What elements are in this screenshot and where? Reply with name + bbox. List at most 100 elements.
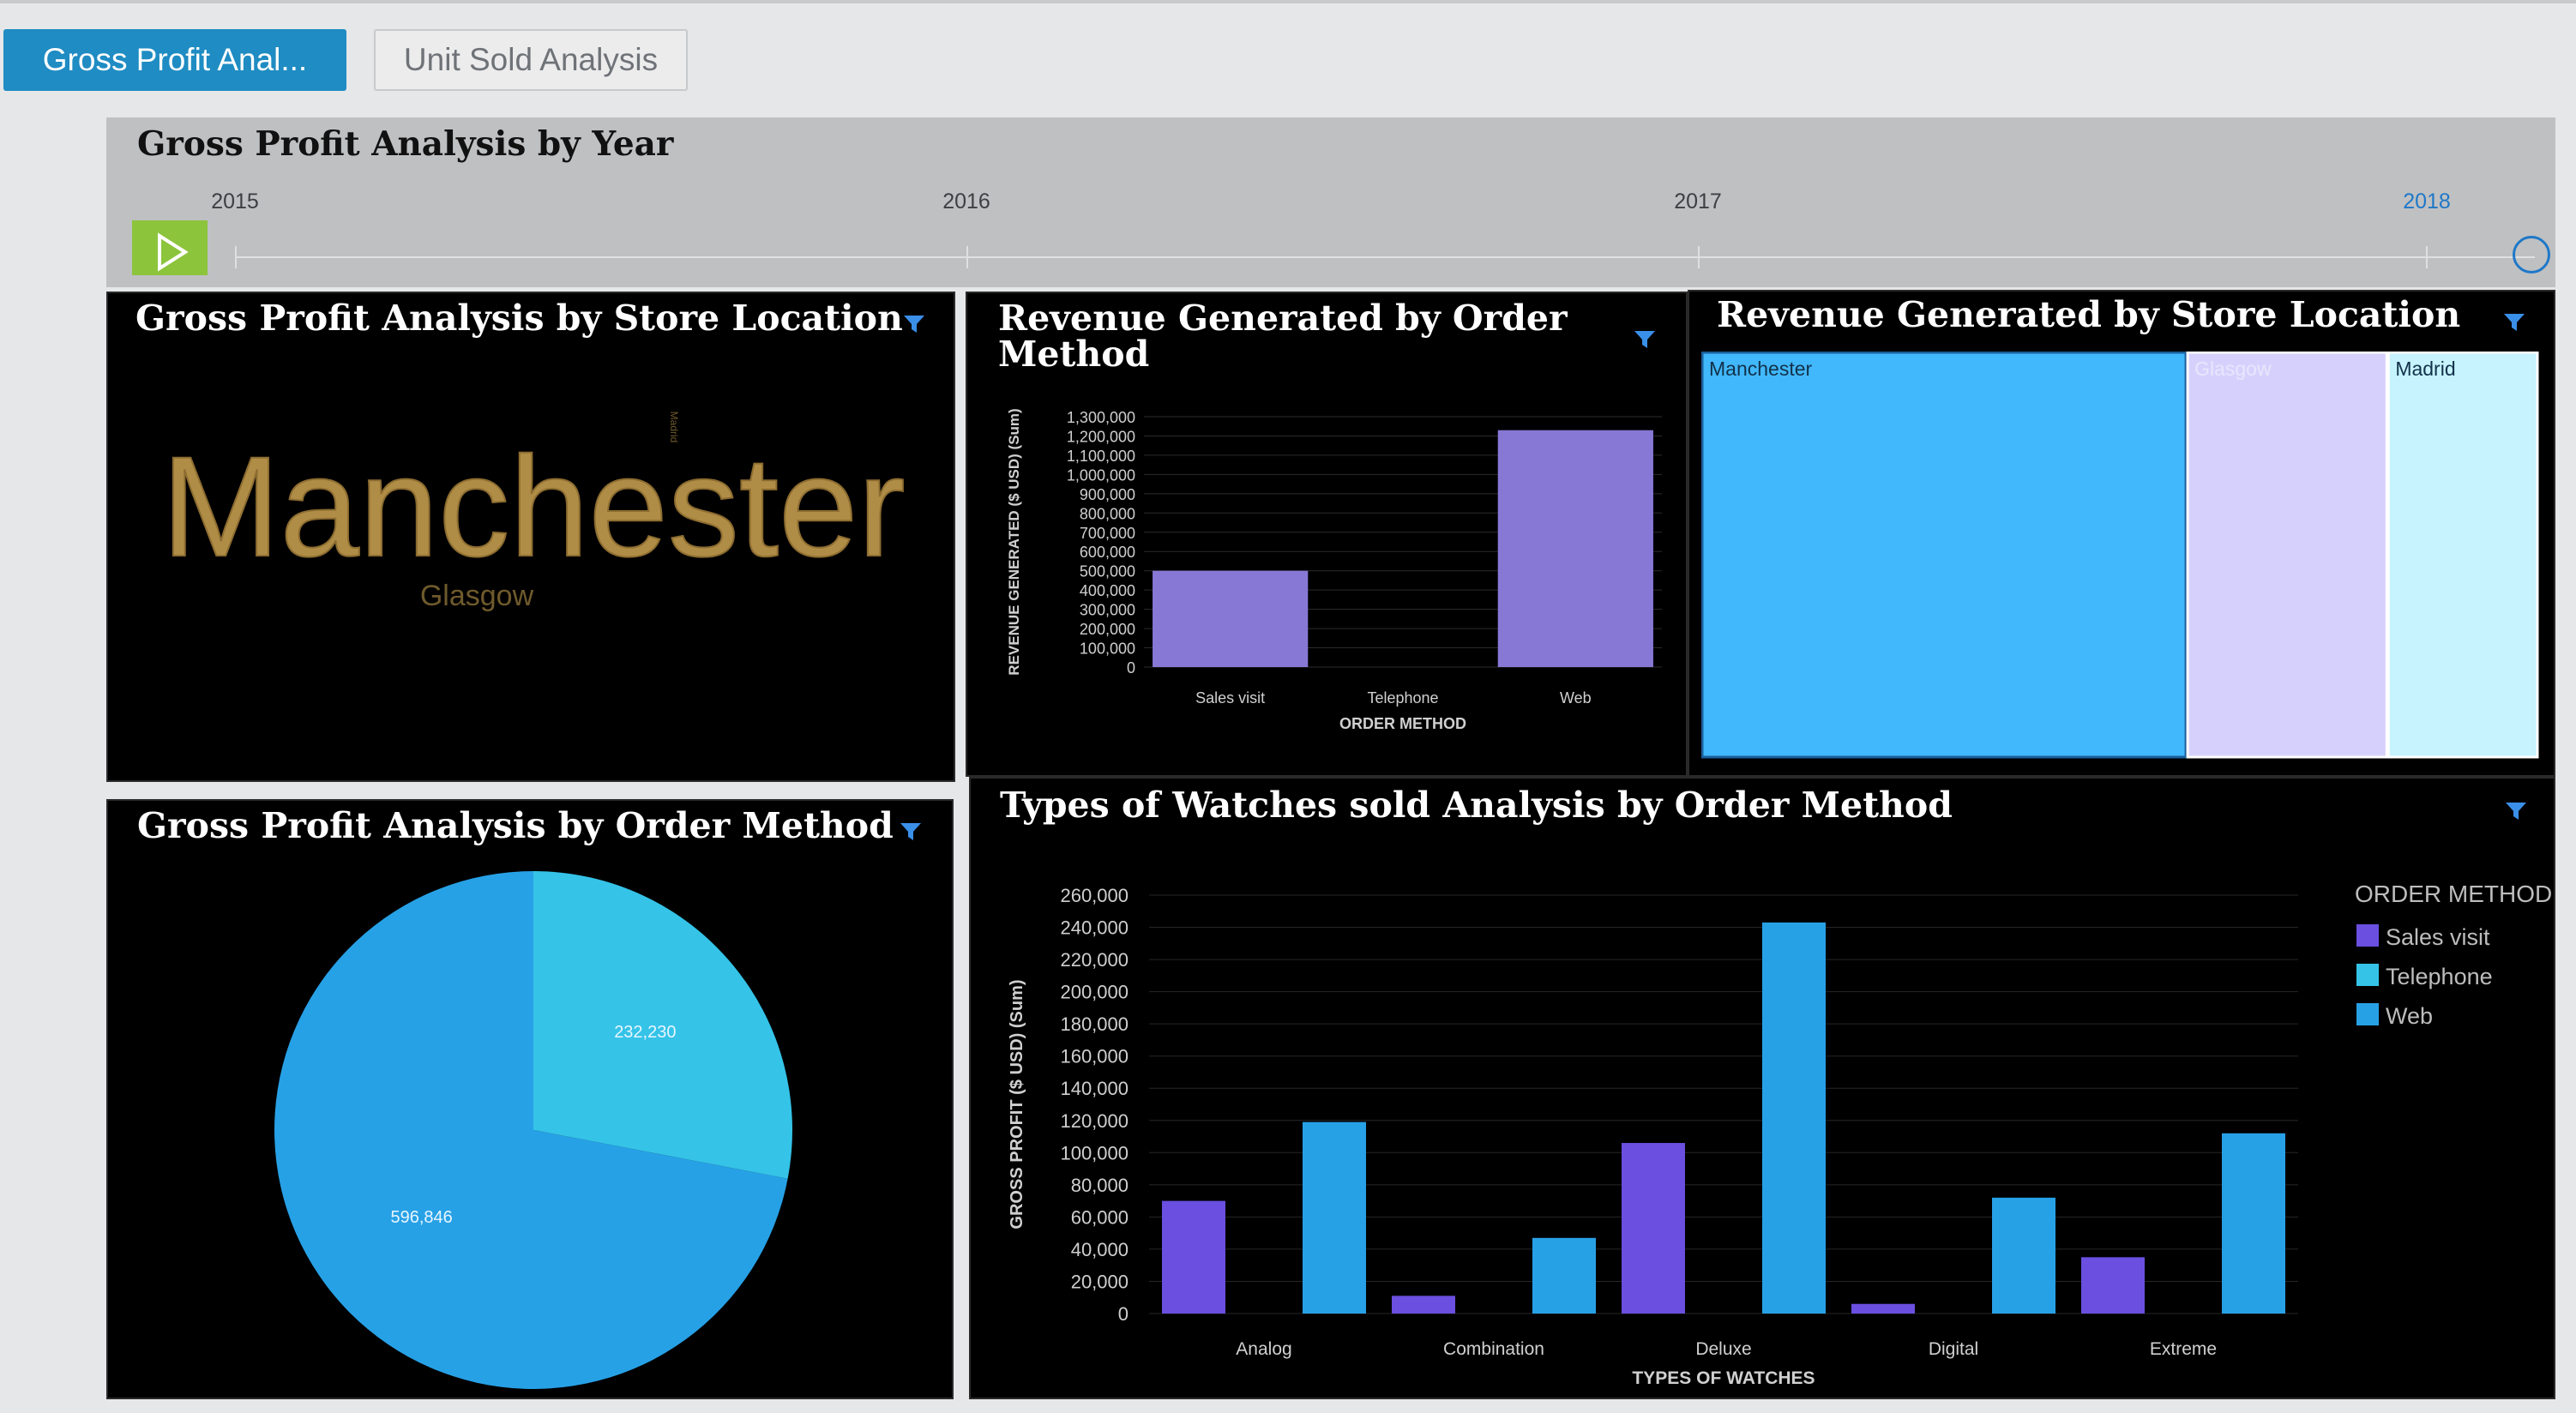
treemap-tile-madrid	[2386, 352, 2539, 759]
bar-extreme-sales-visit	[2081, 1257, 2145, 1314]
y-tick-label: 0	[1127, 659, 1135, 676]
year-label-2017[interactable]: 2017	[1674, 189, 1722, 214]
y-tick-label: 100,000	[1060, 1142, 1129, 1163]
treemap-chart: Manchester Glasgow Madrid	[1701, 352, 2539, 759]
revenue-order-panel: Revenue Generated by Order Method 0 100,0…	[966, 292, 1688, 777]
legend-entry: Web	[2386, 1003, 2433, 1029]
bar-combination-sales-visit	[1392, 1296, 1455, 1314]
year-tick	[2426, 246, 2428, 268]
y-tick-label: 260,000	[1060, 885, 1129, 906]
treemap-tile-manchester	[1701, 352, 2188, 759]
y-axis-label: REVENUE GENERATED ($ USD) (Sum)	[1006, 408, 1022, 675]
x-tick-label: Digital	[1929, 1339, 1978, 1359]
y-tick-label: 140,000	[1060, 1078, 1129, 1099]
funnel-icon[interactable]	[902, 312, 926, 336]
funnel-icon[interactable]	[1633, 328, 1657, 352]
play-icon	[158, 232, 189, 272]
x-tick-label: Analog	[1236, 1339, 1291, 1359]
bar-combination-web	[1532, 1237, 1596, 1314]
pie-label: 232,230	[614, 1023, 676, 1042]
revenue-store-panel: Revenue Generated by Store Location Manc…	[1688, 290, 2555, 777]
y-tick-label: 200,000	[1080, 621, 1135, 638]
y-tick-label: 1,200,000	[1067, 428, 1135, 445]
revenue-store-title: Revenue Generated by Store Location	[1717, 294, 2461, 335]
funnel-icon[interactable]	[2502, 310, 2526, 334]
year-label-2015[interactable]: 2015	[211, 189, 259, 214]
y-axis-label: GROSS PROFIT ($ USD) (Sum)	[1008, 979, 1026, 1229]
y-tick-label: 0	[1118, 1303, 1129, 1325]
bar-extreme-web	[2222, 1133, 2285, 1314]
profit-order-pie-panel: Gross Profit Analysis by Order Method 23…	[106, 799, 954, 1399]
legend-swatch	[2356, 1003, 2379, 1025]
legend-title: ORDER METHOD	[2355, 881, 2552, 907]
y-tick-label: 60,000	[1071, 1206, 1129, 1228]
year-tick	[966, 246, 968, 268]
y-tick-label: 40,000	[1071, 1239, 1129, 1260]
treemap-label-manchester: Manchester	[1709, 358, 1813, 380]
x-tick-label: Combination	[1443, 1339, 1544, 1359]
watches-chart: 0 20,000 40,000 60,000 80,000 100,000 120,000 1…	[1008, 881, 2552, 1388]
revenue-order-title: Revenue Generated by Order Method	[998, 298, 1568, 375]
y-tick-label: 120,000	[1060, 1110, 1129, 1132]
year-panel: Gross Profit Analysis by Year 2015 2016 …	[106, 117, 2555, 287]
y-tick-label: 900,000	[1080, 486, 1135, 503]
y-tick-label: 500,000	[1080, 563, 1135, 580]
y-tick-label: 200,000	[1060, 982, 1129, 1003]
x-axis-label: TYPES OF WATCHES	[1632, 1368, 1815, 1388]
bar-digital-web	[1992, 1197, 2055, 1314]
y-tick-label: 800,000	[1080, 505, 1135, 522]
y-tick-label: 600,000	[1080, 544, 1135, 561]
y-tick-label: 1,300,000	[1067, 409, 1135, 426]
bar-web	[1497, 430, 1653, 667]
top-border	[0, 0, 2576, 3]
word-manchester[interactable]: Manchester	[160, 427, 906, 587]
treemap-label-glasgow: Glasgow	[2194, 358, 2272, 380]
legend-swatch	[2356, 964, 2379, 986]
year-label-2016[interactable]: 2016	[942, 189, 990, 214]
year-slider-track[interactable]	[235, 256, 2535, 258]
bar-analog-web	[1303, 1121, 1366, 1314]
x-tick-label: Web	[1560, 689, 1592, 706]
tab-unit-sold-analysis[interactable]: Unit Sold Analysis	[374, 29, 688, 91]
funnel-icon[interactable]	[899, 820, 923, 844]
bar-analog-sales-visit	[1162, 1200, 1225, 1314]
pie-chart: 232,230 596,846	[274, 871, 792, 1389]
y-tick-label: 100,000	[1080, 640, 1135, 658]
word-madrid[interactable]: Madrid	[668, 412, 680, 443]
bar-sales-visit	[1153, 570, 1309, 667]
year-slider-thumb[interactable]	[2513, 236, 2550, 274]
x-tick-label: Extreme	[2150, 1339, 2217, 1359]
store-wordcloud-title: Gross Profit Analysis by Store Location	[135, 298, 903, 339]
play-button[interactable]	[132, 220, 208, 275]
y-tick-label: 300,000	[1080, 602, 1135, 619]
legend-swatch	[2356, 924, 2379, 947]
legend-entry: Telephone	[2386, 964, 2493, 989]
tab-gross-profit-analysis[interactable]: Gross Profit Anal...	[3, 29, 346, 91]
profit-order-pie-title: Gross Profit Analysis by Order Method	[137, 805, 894, 846]
pie-label: 596,846	[391, 1208, 453, 1227]
word-glasgow[interactable]: Glasgow	[420, 580, 534, 612]
x-tick-label: Deluxe	[1695, 1339, 1751, 1359]
treemap-label-madrid: Madrid	[2395, 358, 2455, 380]
y-tick-label: 160,000	[1060, 1046, 1129, 1067]
legend-entry: Sales visit	[2386, 924, 2490, 950]
bar-deluxe-sales-visit	[1622, 1143, 1685, 1314]
y-tick-label: 220,000	[1060, 949, 1129, 971]
year-label-2018[interactable]: 2018	[2403, 189, 2451, 214]
year-tick	[1698, 246, 1700, 268]
bar-deluxe-web	[1762, 922, 1826, 1314]
y-tick-label: 80,000	[1071, 1175, 1129, 1196]
y-tick-label: 240,000	[1060, 917, 1129, 939]
x-tick-label: Telephone	[1367, 689, 1438, 706]
bar-digital-sales-visit	[1851, 1303, 1915, 1314]
store-wordcloud-panel: Gross Profit Analysis by Store Location …	[106, 292, 955, 782]
year-panel-title: Gross Profit Analysis by Year	[137, 124, 674, 164]
watches-panel: Types of Watches sold Analysis by Order …	[969, 777, 2555, 1399]
y-tick-label: 180,000	[1060, 1013, 1129, 1035]
y-tick-label: 1,000,000	[1067, 466, 1135, 484]
treemap-tile-glasgow	[2186, 352, 2388, 759]
funnel-icon[interactable]	[2504, 799, 2528, 823]
year-tick	[235, 246, 237, 268]
y-tick-label: 1,100,000	[1067, 448, 1135, 465]
wordcloud: Manchester Glasgow Madrid	[160, 412, 906, 612]
